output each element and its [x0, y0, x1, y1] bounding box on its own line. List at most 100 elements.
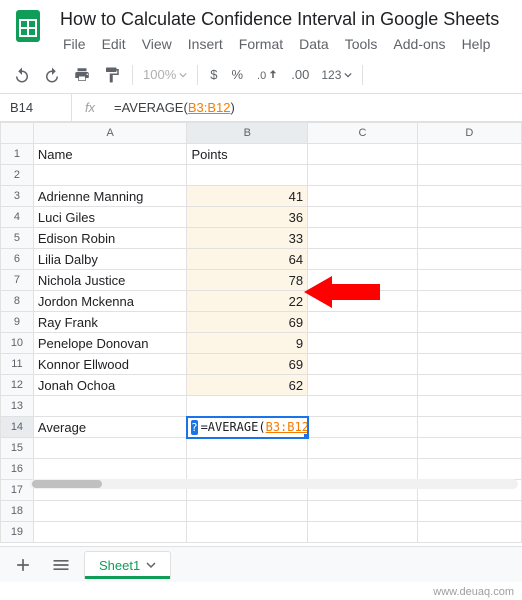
paint-format-button[interactable]	[98, 61, 126, 89]
row-header[interactable]: 12	[1, 375, 34, 396]
row-header[interactable]: 6	[1, 249, 34, 270]
row-header[interactable]: 17	[1, 480, 34, 501]
cell[interactable]: 33	[187, 228, 308, 249]
percent-button[interactable]: %	[225, 67, 249, 82]
cell[interactable]	[417, 249, 521, 270]
row-header[interactable]: 2	[1, 165, 34, 186]
cell[interactable]	[33, 396, 187, 417]
cell[interactable]	[417, 207, 521, 228]
cell[interactable]	[308, 186, 418, 207]
active-cell[interactable]: ?=AVERAGE(B3:B12)	[187, 417, 308, 438]
undo-button[interactable]	[8, 61, 36, 89]
row-header[interactable]: 19	[1, 522, 34, 543]
cell[interactable]: Adrienne Manning	[33, 186, 187, 207]
zoom-select[interactable]: 100%	[139, 67, 191, 82]
cell[interactable]	[308, 249, 418, 270]
menu-file[interactable]: File	[56, 34, 93, 54]
cell[interactable]	[187, 396, 308, 417]
cell[interactable]	[417, 522, 521, 543]
cell[interactable]: Ray Frank	[33, 312, 187, 333]
cell[interactable]	[33, 459, 187, 480]
cell[interactable]	[417, 312, 521, 333]
formula-input[interactable]: =AVERAGE(B3:B12)	[108, 100, 522, 115]
cell[interactable]: Jonah Ochoa	[33, 375, 187, 396]
cell[interactable]: 9	[187, 333, 308, 354]
row-header[interactable]: 5	[1, 228, 34, 249]
all-sheets-button[interactable]	[46, 550, 76, 580]
cell[interactable]	[33, 438, 187, 459]
cell[interactable]	[308, 144, 418, 165]
cell[interactable]	[308, 312, 418, 333]
cell[interactable]	[308, 417, 418, 438]
col-header-B[interactable]: B	[187, 123, 308, 144]
row-header[interactable]: 11	[1, 354, 34, 375]
cell[interactable]: Penelope Donovan	[33, 333, 187, 354]
redo-button[interactable]	[38, 61, 66, 89]
cell[interactable]: Edison Robin	[33, 228, 187, 249]
row-header[interactable]: 16	[1, 459, 34, 480]
cell[interactable]: Luci Giles	[33, 207, 187, 228]
name-box[interactable]: B14	[0, 94, 72, 121]
row-header[interactable]: 10	[1, 333, 34, 354]
increase-decimal-button[interactable]: .00	[285, 67, 315, 82]
cell[interactable]	[417, 333, 521, 354]
menu-format[interactable]: Format	[232, 34, 290, 54]
menu-help[interactable]: Help	[455, 34, 498, 54]
cell[interactable]: Name	[33, 144, 187, 165]
row-header[interactable]: 15	[1, 438, 34, 459]
cell[interactable]	[417, 375, 521, 396]
select-all-corner[interactable]	[1, 123, 34, 144]
horizontal-scrollbar[interactable]	[30, 479, 518, 489]
menu-insert[interactable]: Insert	[181, 34, 230, 54]
cell[interactable]	[417, 291, 521, 312]
cell[interactable]	[187, 165, 308, 186]
cell[interactable]: Average	[33, 417, 187, 438]
row-header[interactable]: 9	[1, 312, 34, 333]
cell[interactable]	[187, 501, 308, 522]
cell[interactable]	[417, 186, 521, 207]
cell[interactable]: 69	[187, 312, 308, 333]
cell[interactable]	[417, 354, 521, 375]
row-header[interactable]: 7	[1, 270, 34, 291]
cell[interactable]	[417, 270, 521, 291]
col-header-D[interactable]: D	[417, 123, 521, 144]
currency-button[interactable]: $	[204, 67, 223, 82]
cell[interactable]	[417, 228, 521, 249]
col-header-A[interactable]: A	[33, 123, 187, 144]
cell[interactable]: 41	[187, 186, 308, 207]
cell[interactable]	[308, 207, 418, 228]
cell[interactable]	[308, 396, 418, 417]
cell[interactable]	[187, 522, 308, 543]
cell[interactable]	[417, 165, 521, 186]
cell[interactable]	[187, 459, 308, 480]
menu-addons[interactable]: Add-ons	[386, 34, 452, 54]
cell[interactable]	[308, 333, 418, 354]
row-header[interactable]: 1	[1, 144, 34, 165]
cell[interactable]: 78	[187, 270, 308, 291]
cell[interactable]	[417, 417, 521, 438]
document-title[interactable]: How to Calculate Confidence Interval in …	[56, 6, 514, 32]
cell[interactable]: Points	[187, 144, 308, 165]
row-header[interactable]: 13	[1, 396, 34, 417]
row-header[interactable]: 3	[1, 186, 34, 207]
cell[interactable]: 69	[187, 354, 308, 375]
cell[interactable]	[417, 438, 521, 459]
cell[interactable]	[417, 396, 521, 417]
cell[interactable]	[308, 228, 418, 249]
menu-tools[interactable]: Tools	[338, 34, 385, 54]
cell[interactable]	[308, 354, 418, 375]
cell[interactable]	[33, 165, 187, 186]
cell[interactable]: 22	[187, 291, 308, 312]
row-header[interactable]: 18	[1, 501, 34, 522]
cell[interactable]	[308, 501, 418, 522]
cell[interactable]	[308, 375, 418, 396]
menu-view[interactable]: View	[135, 34, 179, 54]
row-header[interactable]: 14	[1, 417, 34, 438]
cell[interactable]: Lilia Dalby	[33, 249, 187, 270]
cell[interactable]	[308, 522, 418, 543]
cell[interactable]	[308, 438, 418, 459]
cell[interactable]	[308, 270, 418, 291]
cell[interactable]	[417, 144, 521, 165]
col-header-C[interactable]: C	[308, 123, 418, 144]
cell[interactable]	[308, 459, 418, 480]
